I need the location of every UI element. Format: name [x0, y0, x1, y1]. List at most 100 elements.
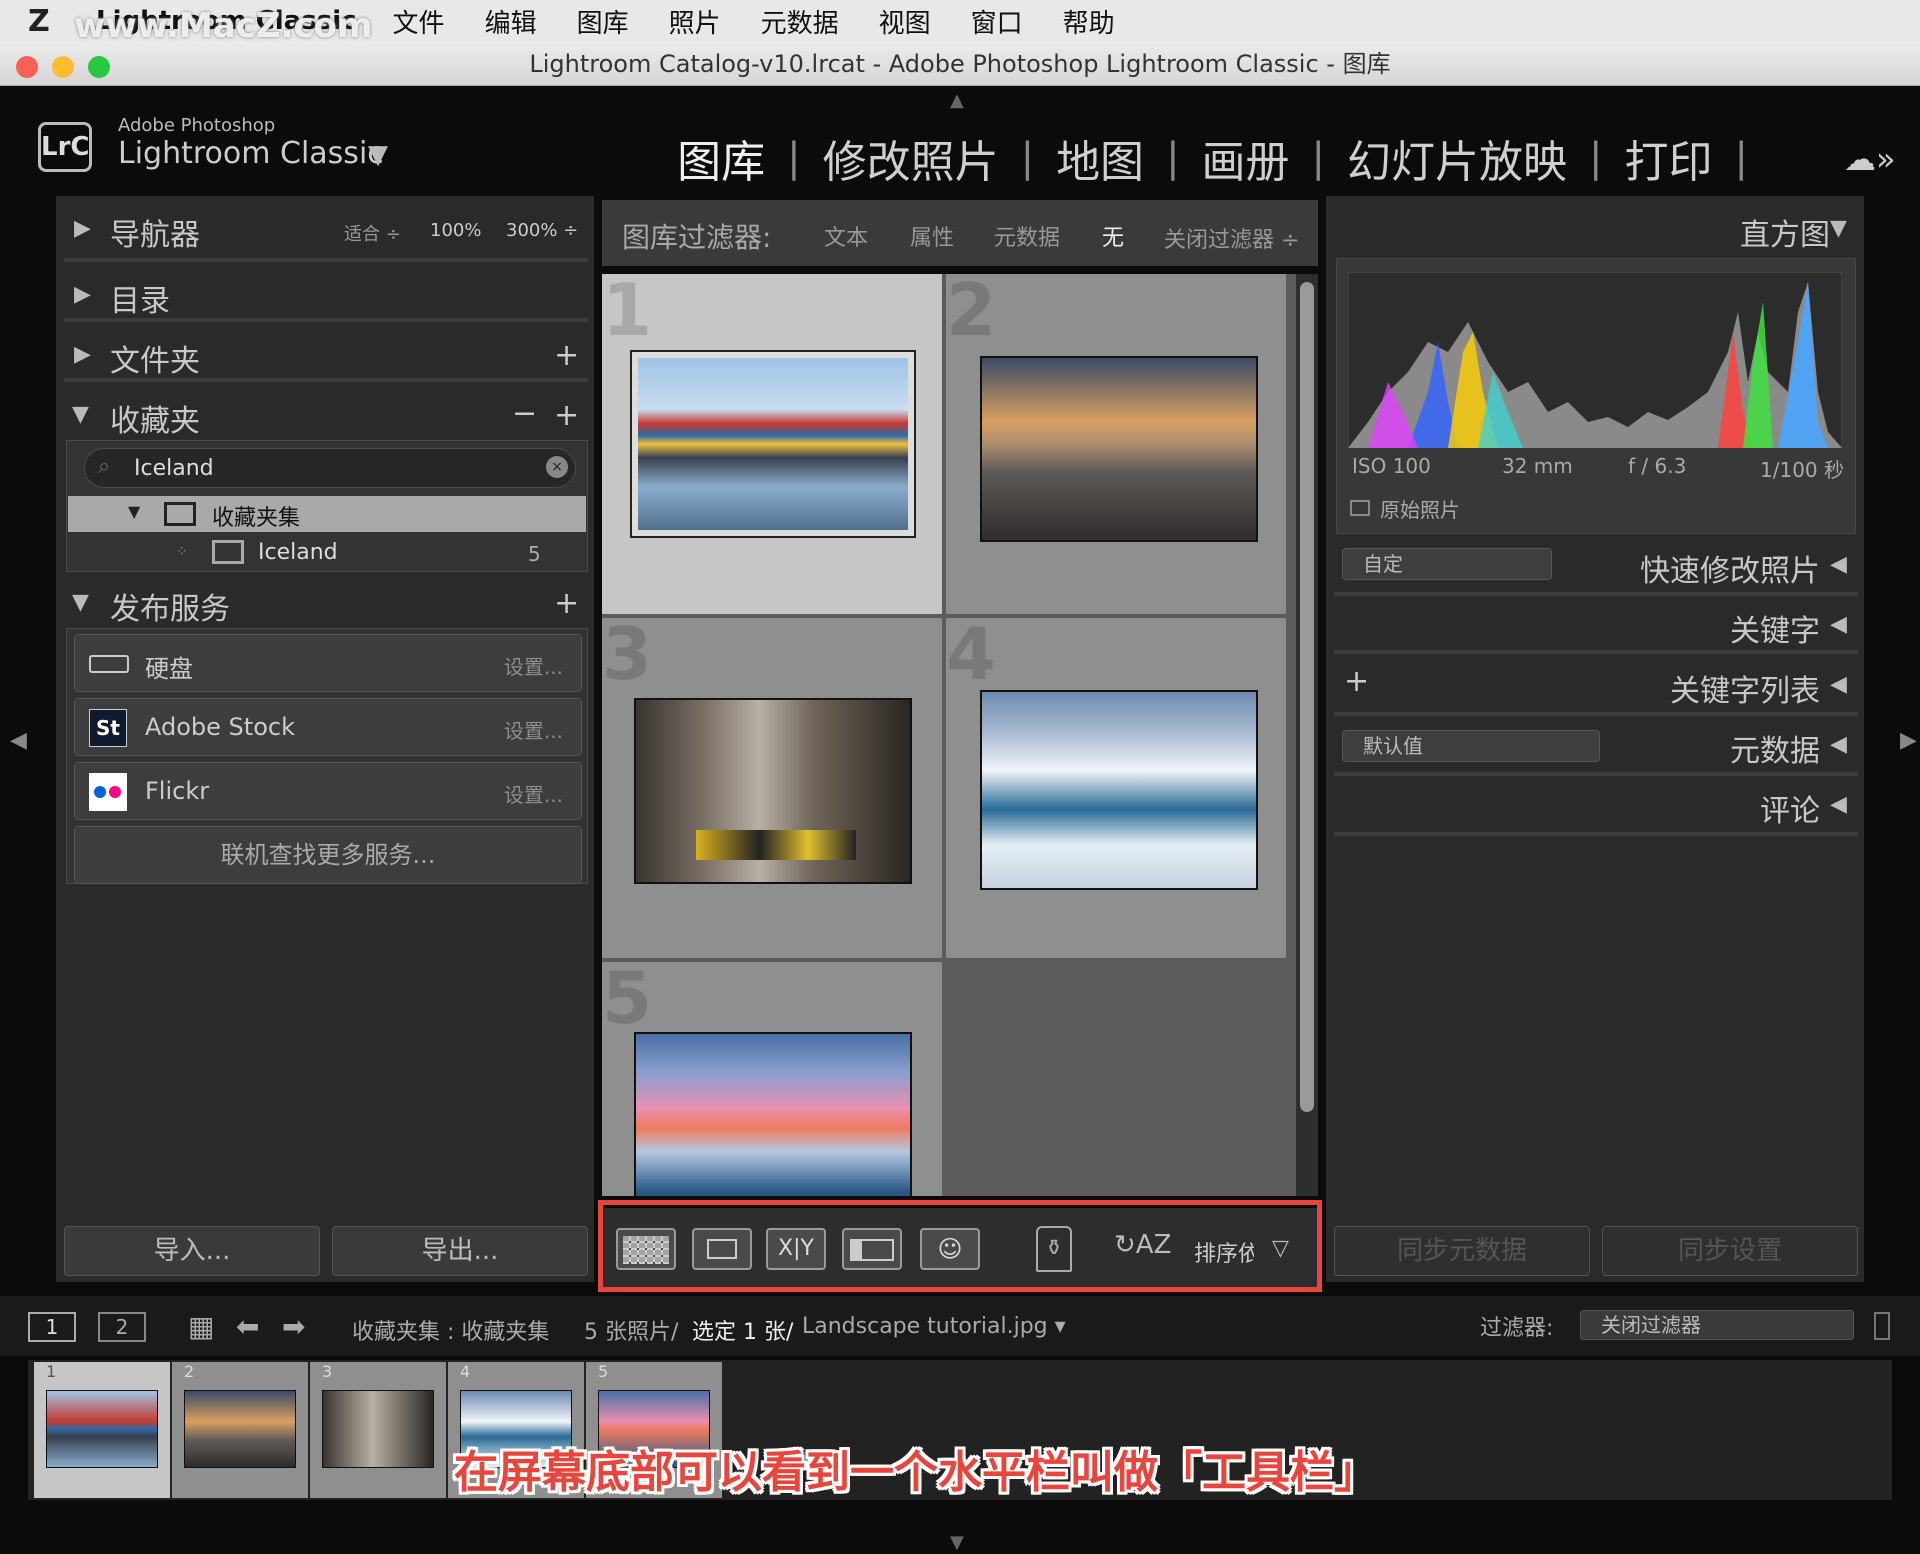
add-folder-icon[interactable]: +	[554, 338, 579, 373]
add-publish-service-icon[interactable]: +	[554, 586, 579, 621]
filter-none[interactable]: 无	[1102, 220, 1124, 252]
service-adobe-stock[interactable]: St Adobe Stock 设置...	[74, 698, 582, 756]
menu-edit[interactable]: 编辑	[485, 3, 537, 40]
menu-help[interactable]: 帮助	[1063, 3, 1115, 40]
keyword-list-expand-icon[interactable]: ◀	[1830, 672, 1847, 697]
add-collection-icon[interactable]: +	[554, 398, 579, 433]
comments-header[interactable]: 评论	[1760, 786, 1820, 830]
service-flickr[interactable]: Flickr 设置...	[74, 762, 582, 820]
filter-attribute[interactable]: 属性	[910, 220, 954, 252]
thumbnail-sunset-ice[interactable]	[634, 1032, 912, 1196]
minimize-window-button[interactable]	[52, 56, 74, 78]
secondary-display-button[interactable]: 2	[98, 1312, 146, 1342]
grid-cell-1[interactable]: 1	[602, 274, 942, 614]
keyword-list-header[interactable]: 关键字列表	[1670, 666, 1820, 710]
publish-services-header[interactable]: 发布服务	[110, 584, 230, 628]
folders-expand-icon[interactable]: ▶	[74, 342, 91, 367]
collections-collapse-icon[interactable]: ▼	[72, 402, 89, 427]
grid-cell-3[interactable]: 3	[602, 612, 942, 958]
collections-header[interactable]: 收藏夹	[110, 396, 200, 440]
preset-select[interactable]: 自定	[1342, 548, 1552, 580]
service-setup-button[interactable]: 设置...	[504, 715, 563, 744]
zoom-fit[interactable]: 适合 ÷	[344, 220, 401, 246]
module-library[interactable]: 图库	[677, 126, 765, 190]
filmstrip-source[interactable]: 收藏夹集 : 收藏夹集	[352, 1314, 549, 1346]
grid-scrollbar[interactable]	[1296, 274, 1318, 1196]
service-setup-button[interactable]: 设置...	[504, 779, 563, 808]
grid-cell-2[interactable]: 2	[946, 274, 1286, 614]
module-book[interactable]: 画册	[1202, 126, 1290, 190]
forward-arrow-icon[interactable]: ➡	[282, 1310, 305, 1343]
catalog-expand-icon[interactable]: ▶	[74, 282, 91, 307]
grid-cell-4[interactable]: 4	[946, 612, 1286, 958]
left-panel-toggle-icon[interactable]: ◀	[10, 728, 27, 753]
close-window-button[interactable]	[16, 56, 38, 78]
navigator-expand-icon[interactable]: ▶	[74, 216, 91, 241]
thumbnail-beach[interactable]	[980, 356, 1258, 542]
filter-metadata[interactable]: 元数据	[994, 220, 1060, 252]
zoom-100[interactable]: 100%	[430, 220, 481, 241]
menu-window[interactable]: 窗口	[971, 3, 1023, 40]
quick-develop-expand-icon[interactable]: ◀	[1830, 552, 1847, 577]
quick-develop-header[interactable]: 快速修改照片	[1640, 546, 1820, 590]
thumbnail-city-street[interactable]	[634, 698, 912, 884]
navigator-header[interactable]: 导航器	[110, 210, 200, 254]
back-arrow-icon[interactable]: ⬅	[236, 1310, 259, 1343]
service-setup-button[interactable]: 设置...	[504, 651, 563, 680]
catalog-header[interactable]: 目录	[110, 276, 170, 320]
folders-header[interactable]: 文件夹	[110, 336, 200, 380]
module-slideshow[interactable]: 幻灯片放映	[1347, 126, 1567, 190]
menu-file[interactable]: 文件	[393, 3, 445, 40]
thumbnail-houses[interactable]	[630, 350, 916, 538]
service-harddrive[interactable]: 硬盘 设置...	[74, 634, 582, 692]
filter-lock-icon[interactable]	[1874, 1312, 1890, 1340]
comments-expand-icon[interactable]: ◀	[1830, 792, 1847, 817]
histogram-header[interactable]: 直方图	[1740, 210, 1830, 254]
sync-settings-button[interactable]: 同步设置	[1602, 1226, 1858, 1276]
filter-text[interactable]: 文本	[824, 220, 868, 252]
expand-set-icon[interactable]: ▼	[128, 502, 140, 521]
collection-iceland[interactable]: Iceland	[258, 540, 338, 565]
menu-library[interactable]: 图库	[577, 3, 629, 40]
add-keyword-icon[interactable]: +	[1344, 664, 1369, 699]
right-panel-toggle-icon[interactable]: ▶	[1900, 728, 1917, 753]
module-map[interactable]: 地图	[1056, 126, 1144, 190]
menu-view[interactable]: 视图	[879, 3, 931, 40]
collection-set-row[interactable]	[68, 496, 586, 532]
brand-menu-icon[interactable]: ▼	[368, 140, 388, 170]
export-button[interactable]: 导出...	[332, 1226, 588, 1276]
publish-collapse-icon[interactable]: ▼	[72, 590, 89, 615]
zoom-300[interactable]: 300% ÷	[506, 220, 578, 241]
original-photo-checkbox[interactable]	[1350, 500, 1370, 516]
find-more-services-button[interactable]: 联机查找更多服务...	[74, 826, 582, 884]
grid-shortcut-icon[interactable]: ▦	[188, 1310, 214, 1343]
zoom-window-button[interactable]	[88, 56, 110, 78]
grid-cell-5[interactable]: 5	[602, 956, 942, 1196]
sync-metadata-button[interactable]: 同步元数据	[1334, 1226, 1590, 1276]
metadata-expand-icon[interactable]: ◀	[1830, 732, 1847, 757]
menu-metadata[interactable]: 元数据	[761, 3, 839, 40]
cloud-sync-icon[interactable]: ☁»	[1844, 140, 1896, 178]
module-print[interactable]: 打印	[1625, 126, 1713, 190]
remove-collection-icon[interactable]: −	[512, 396, 537, 431]
metadata-preset-select[interactable]: 默认值	[1342, 730, 1600, 762]
keywording-expand-icon[interactable]: ◀	[1830, 612, 1847, 637]
module-develop[interactable]: 修改照片	[823, 126, 999, 190]
current-file[interactable]: Landscape tutorial.jpg ▾	[802, 1314, 1066, 1339]
histogram-collapse-icon[interactable]: ▼	[1830, 216, 1847, 241]
bottom-panel-toggle-icon[interactable]: ▼	[950, 1532, 964, 1553]
clear-search-icon[interactable]: ×	[546, 456, 568, 478]
scrollbar-thumb[interactable]	[1300, 282, 1314, 1112]
thumbnail-waterfall[interactable]	[980, 690, 1258, 890]
filmstrip-thumb-1[interactable]: 1	[34, 1362, 170, 1498]
metadata-header[interactable]: 元数据	[1730, 726, 1820, 770]
filmstrip-thumb-3[interactable]: 3	[310, 1362, 446, 1498]
filmstrip-thumb-2[interactable]: 2	[172, 1362, 308, 1498]
filter-preset-select[interactable]: 关闭过滤器	[1580, 1310, 1854, 1340]
filter-preset-dropdown[interactable]: 关闭过滤器 ÷	[1164, 222, 1299, 254]
import-button[interactable]: 导入...	[64, 1226, 320, 1276]
menu-photo[interactable]: 照片	[669, 3, 721, 40]
keywording-header[interactable]: 关键字	[1730, 606, 1820, 650]
top-panel-toggle-icon[interactable]: ▲	[950, 90, 964, 111]
primary-display-button[interactable]: 1	[28, 1312, 76, 1342]
